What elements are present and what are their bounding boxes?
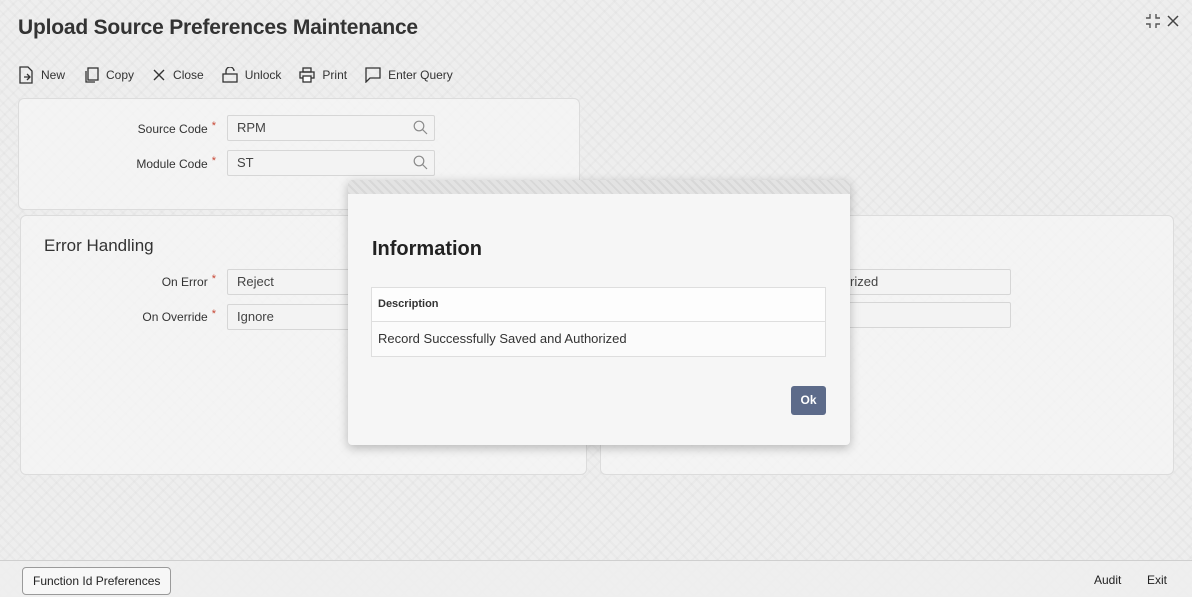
close-button[interactable]: Close bbox=[152, 68, 204, 82]
new-label: New bbox=[41, 68, 66, 82]
on-override-select[interactable]: Ignore bbox=[227, 304, 357, 330]
copy-label: Copy bbox=[106, 68, 135, 82]
on-error-select[interactable]: Reject bbox=[227, 269, 357, 295]
close-icon[interactable] bbox=[1166, 14, 1180, 34]
module-code-input[interactable]: ST bbox=[227, 150, 435, 176]
exit-button[interactable]: Exit bbox=[1147, 567, 1167, 593]
copy-button[interactable]: Copy bbox=[83, 67, 134, 83]
table-row: Record Successfully Saved and Authorized bbox=[378, 331, 627, 346]
print-label: Print bbox=[322, 68, 348, 82]
footer-bar: Function Id Preferences Audit Exit bbox=[0, 560, 1192, 597]
ok-button[interactable]: Ok bbox=[791, 386, 826, 415]
dialog-header-strip[interactable] bbox=[348, 180, 850, 194]
message-table: Description Record Successfully Saved an… bbox=[371, 287, 826, 357]
print-button[interactable]: Print bbox=[299, 67, 347, 83]
close-x-icon bbox=[152, 68, 166, 82]
module-code-value: ST bbox=[237, 155, 254, 170]
source-code-input[interactable]: RPM bbox=[227, 115, 435, 141]
new-document-icon bbox=[18, 66, 34, 84]
unlock-label: Unlock bbox=[244, 68, 282, 82]
new-button[interactable]: New bbox=[18, 66, 65, 84]
copy-icon bbox=[83, 67, 99, 83]
search-icon[interactable] bbox=[413, 155, 428, 173]
toolbar: New Copy Close Unlock Print Enter Query bbox=[18, 66, 453, 84]
close-label: Close bbox=[173, 68, 204, 82]
comment-icon bbox=[365, 67, 381, 83]
on-override-value: Ignore bbox=[237, 309, 274, 324]
app-background: Upload Source Preferences Maintenance Ne… bbox=[0, 0, 1192, 597]
unlock-button[interactable]: Unlock bbox=[222, 67, 282, 83]
window-controls bbox=[1146, 14, 1180, 34]
page-title: Upload Source Preferences Maintenance bbox=[18, 16, 418, 39]
source-code-value: RPM bbox=[237, 120, 266, 135]
function-id-preferences-button[interactable]: Function Id Preferences bbox=[22, 567, 172, 595]
enter-query-button[interactable]: Enter Query bbox=[365, 67, 453, 83]
expand-icon[interactable] bbox=[1146, 14, 1160, 34]
source-code-label: Source Code * bbox=[137, 120, 216, 136]
on-error-label: On Error * bbox=[161, 273, 216, 289]
search-icon[interactable] bbox=[413, 120, 428, 138]
audit-button[interactable]: Audit bbox=[1094, 567, 1121, 593]
right-panel-field-1-value: rized bbox=[850, 274, 879, 289]
message-table-header: Description bbox=[372, 288, 825, 322]
information-dialog: Information Description Record Successfu… bbox=[348, 180, 850, 445]
enter-query-label: Enter Query bbox=[388, 68, 453, 82]
print-icon bbox=[299, 67, 316, 83]
module-code-label: Module Code * bbox=[136, 155, 216, 171]
unlock-icon bbox=[222, 67, 238, 83]
error-handling-title: Error Handling bbox=[44, 236, 154, 255]
on-error-value: Reject bbox=[237, 274, 274, 289]
dialog-title: Information bbox=[372, 238, 482, 260]
on-override-label: On Override * bbox=[142, 308, 216, 324]
